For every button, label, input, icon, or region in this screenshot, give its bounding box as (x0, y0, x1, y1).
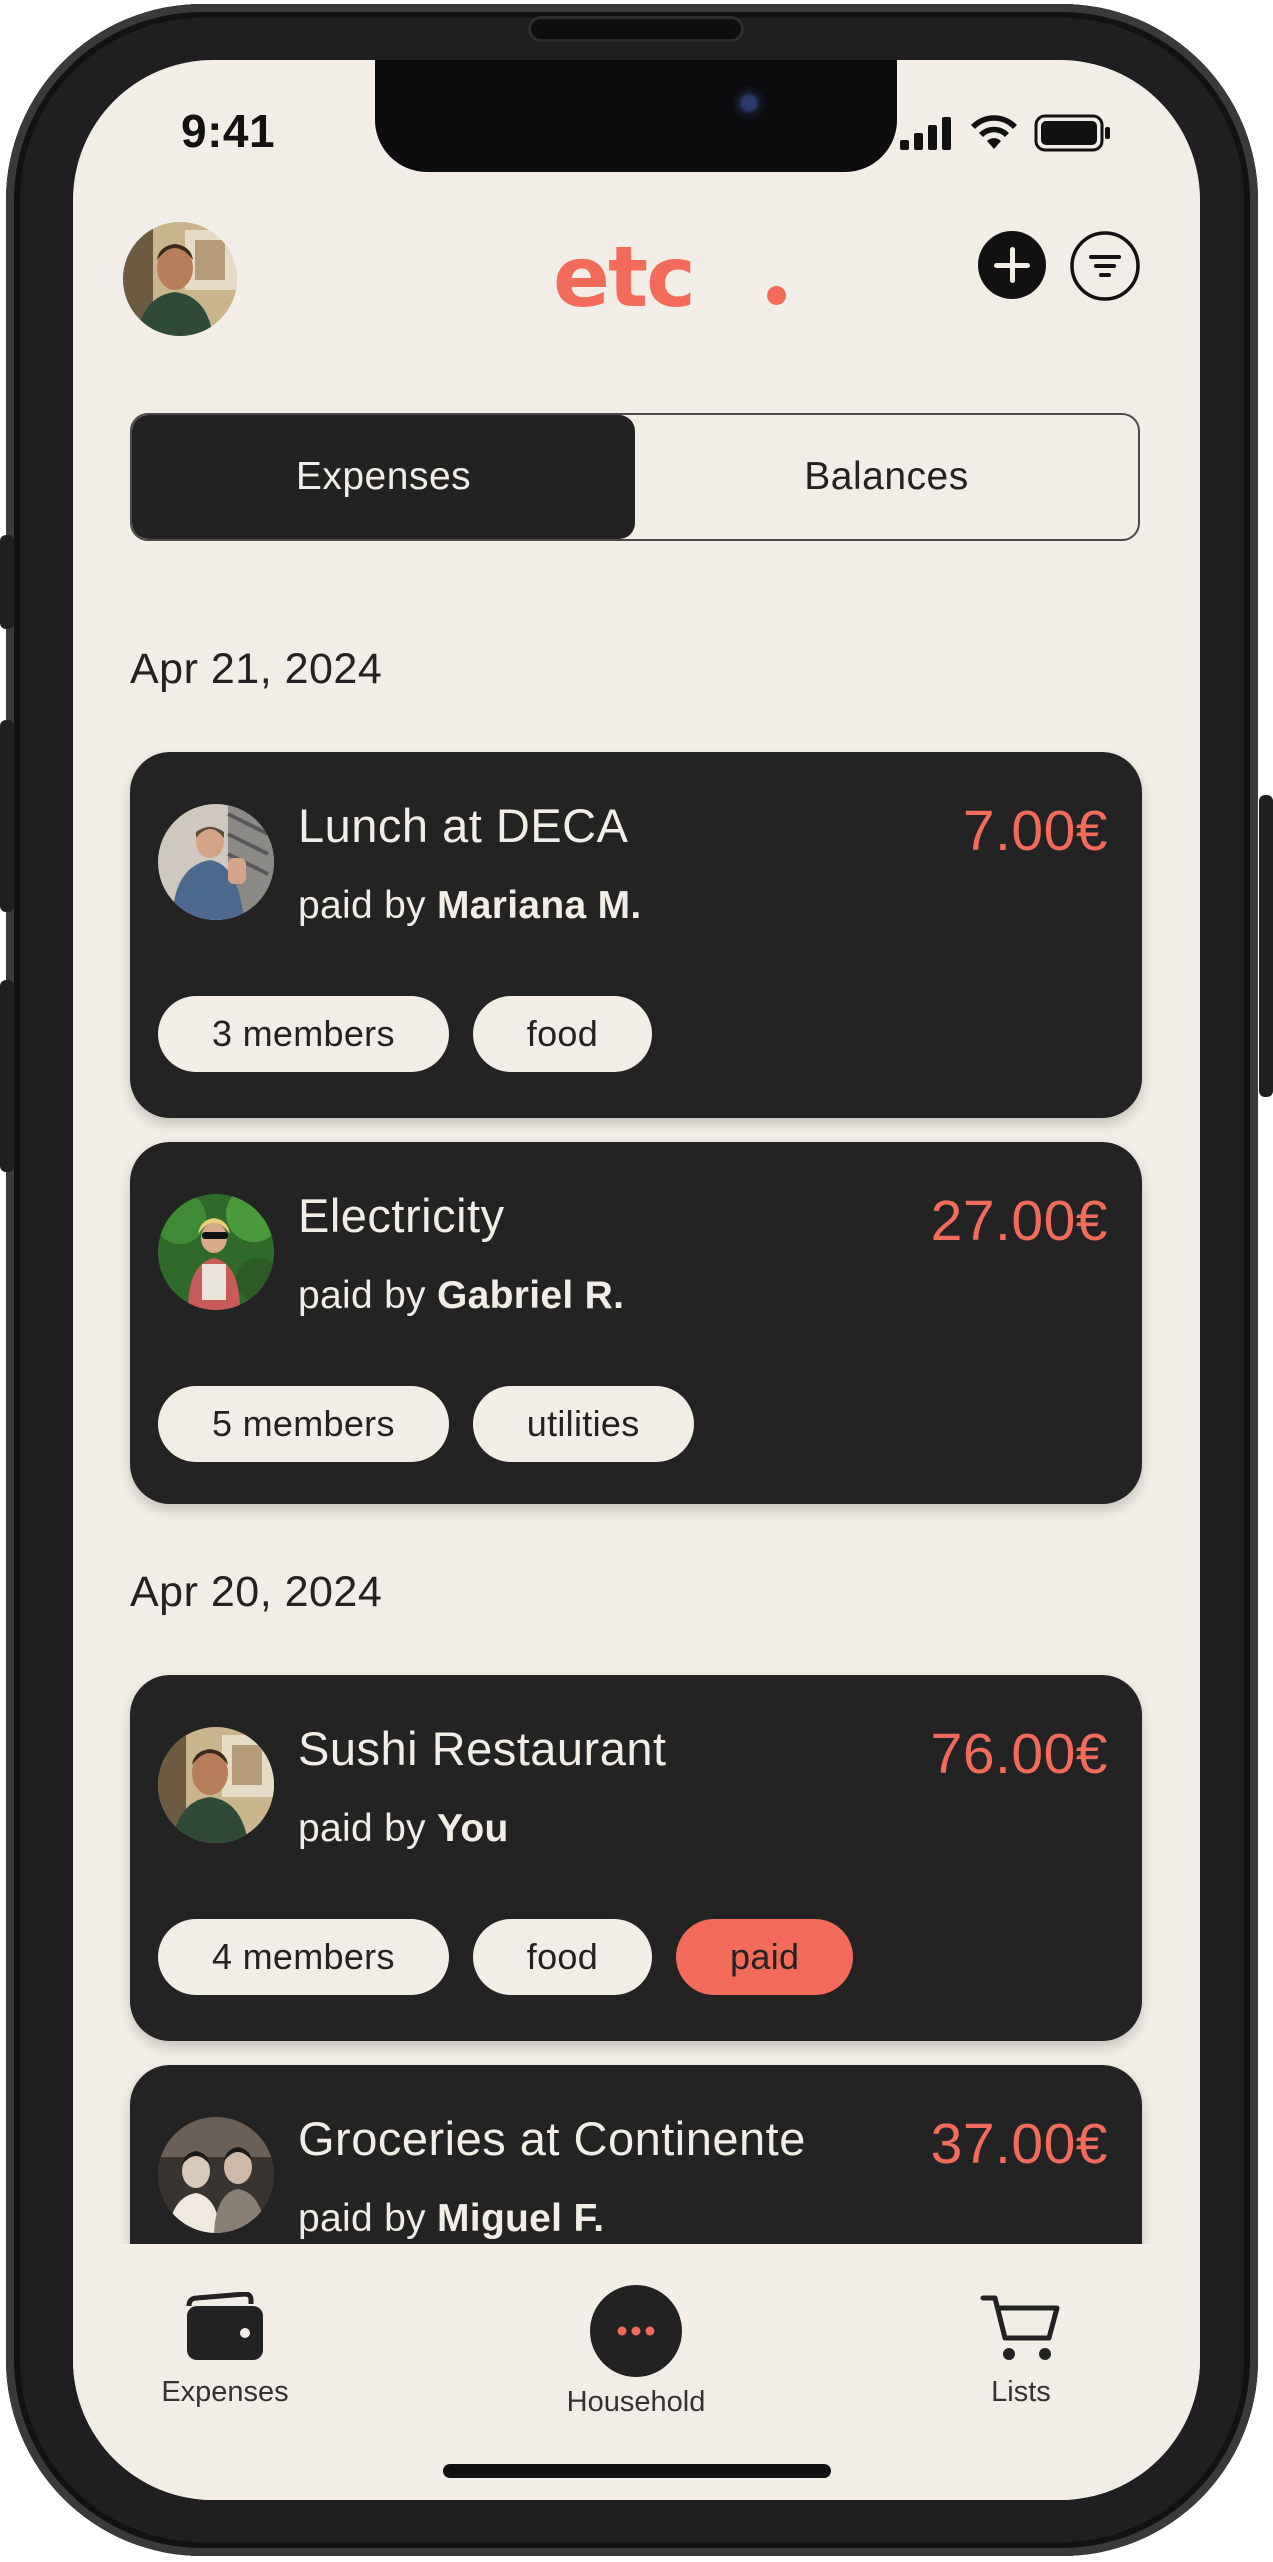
status-icons (900, 114, 1112, 152)
bottom-navigation: Expenses Household Lists (73, 2244, 1200, 2500)
expense-card[interactable]: Lunch at DECA paid by Mariana M. 7.00€ 3… (130, 752, 1142, 1118)
tab-balances[interactable]: Balances (635, 415, 1138, 539)
expense-title: Sushi Restaurant (298, 1722, 667, 1775)
expense-payer: paid by You (298, 1807, 509, 1850)
date-header: Apr 21, 2024 (130, 645, 383, 693)
payer-avatar (158, 2117, 274, 2233)
silent-switch (0, 535, 14, 629)
payer-avatar (158, 804, 274, 920)
nav-expenses[interactable]: Expenses (161, 2292, 289, 2409)
payer-avatar (158, 1727, 274, 1843)
expense-title: Lunch at DECA (298, 799, 629, 852)
status-time: 9:41 (181, 105, 276, 157)
volume-down-button (0, 980, 14, 1172)
category-tag: food (472, 1919, 653, 1995)
payer-avatar (158, 1194, 274, 1310)
power-button (1259, 795, 1273, 1097)
members-tag: 5 members (158, 1386, 449, 1462)
payer-name: You (437, 1807, 509, 1850)
app-screen: 9:41 etc Expenses Balances Apr 21, 2024 … (73, 60, 1200, 2500)
payer-name: Gabriel R. (437, 1274, 625, 1317)
cart-icon (980, 2295, 1060, 2360)
tab-expenses[interactable]: Expenses (132, 415, 635, 539)
expense-payer: paid by Gabriel R. (298, 1274, 625, 1317)
category-tag: food (472, 996, 653, 1072)
expense-payer: paid by Miguel F. (298, 2197, 605, 2240)
wallet-icon (186, 2292, 263, 2360)
nav-lists-label: Lists (991, 2376, 1051, 2408)
nav-expenses-label: Expenses (161, 2376, 289, 2408)
expense-amount: 27.00€ (930, 1189, 1108, 1253)
expense-tags: 4 members food paid (158, 1919, 854, 1995)
payer-name: Miguel F. (437, 2197, 605, 2240)
more-icon (590, 2285, 682, 2377)
user-avatar[interactable] (123, 222, 237, 336)
expense-card[interactable]: Electricity paid by Gabriel R. 27.00€ 5 … (130, 1142, 1142, 1504)
members-tag: 3 members (158, 996, 449, 1072)
view-tabs: Expenses Balances (130, 413, 1140, 541)
home-indicator[interactable] (443, 2464, 831, 2478)
expense-tags: 3 members food (158, 996, 653, 1072)
expense-amount: 37.00€ (930, 2112, 1108, 2176)
nav-lists[interactable]: Lists (966, 2292, 1076, 2409)
earpiece-speaker (528, 16, 744, 42)
paid-status-tag: paid (676, 1919, 854, 1995)
front-camera (729, 83, 769, 123)
date-header: Apr 20, 2024 (130, 1568, 383, 1616)
logo-dot (767, 286, 786, 305)
expense-card[interactable]: Sushi Restaurant paid by You 76.00€ 4 me… (130, 1675, 1142, 2041)
volume-up-button (0, 720, 14, 912)
category-tag: utilities (472, 1386, 694, 1462)
add-expense-button[interactable] (977, 230, 1047, 300)
expense-payer: paid by Mariana M. (298, 884, 642, 927)
filter-button[interactable] (1069, 230, 1141, 302)
app-logo: etc (553, 228, 696, 326)
nav-household[interactable]: Household (556, 2284, 716, 2419)
notch (375, 60, 897, 172)
members-tag: 4 members (158, 1919, 449, 1995)
expense-title: Groceries at Continente (298, 2112, 806, 2165)
nav-household-label: Household (566, 2386, 706, 2418)
expense-title: Electricity (298, 1189, 505, 1242)
expense-tags: 5 members utilities (158, 1386, 694, 1462)
cellular-signal-icon (900, 117, 951, 150)
expense-amount: 76.00€ (930, 1722, 1108, 1786)
expense-amount: 7.00€ (962, 799, 1108, 863)
wifi-icon (971, 115, 1017, 149)
battery-icon (1034, 114, 1110, 152)
payer-name: Mariana M. (437, 884, 642, 927)
